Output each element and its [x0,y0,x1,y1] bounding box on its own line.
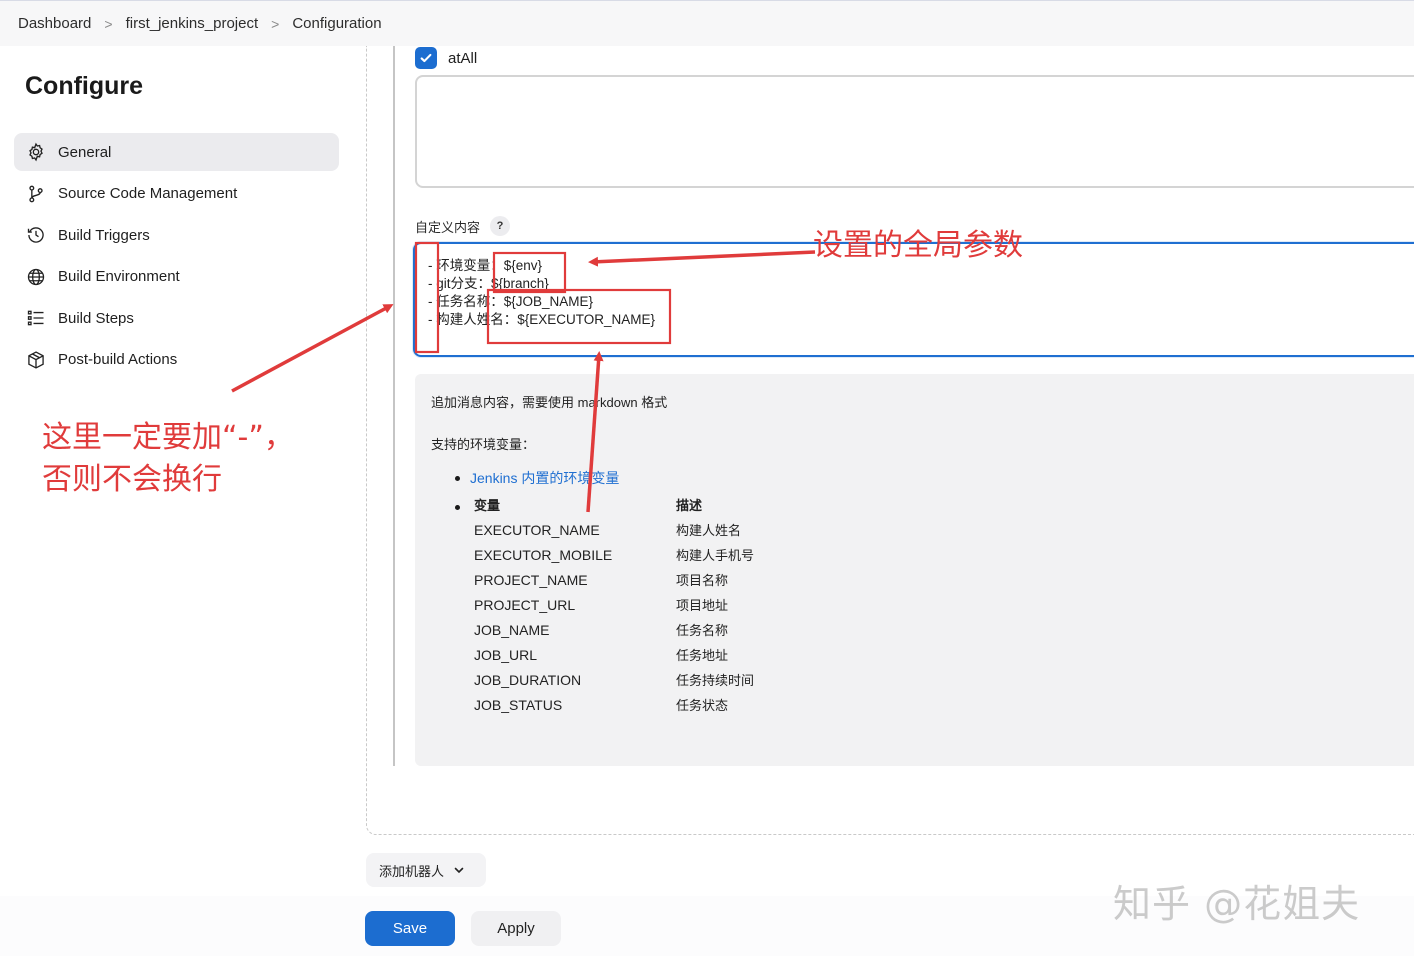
atall-checkbox-row[interactable]: atAll [415,47,477,69]
content-line-job-name: - 任务名称：${JOB_NAME} [428,294,594,309]
breadcrumb: Dashboard > first_jenkins_project > Conf… [0,0,1414,46]
sidebar-item-post-build-actions[interactable]: Post-build Actions [14,341,339,379]
var-desc: 项目地址 [676,598,729,613]
content-line-executor-name: - 构建人姓名：${EXECUTOR_NAME} [428,312,656,327]
var-desc: 构建人手机号 [676,548,755,563]
save-button[interactable]: Save [365,911,455,946]
jenkins-env-link[interactable]: Jenkins 内置的环境变量 [470,468,619,488]
breadcrumb-configuration[interactable]: Configuration [292,15,381,32]
table-row: PROJECT_URL 项目地址 [474,592,754,617]
section-indent-line [393,46,395,766]
var-name: JOB_DURATION [474,671,582,688]
sidebar-item-build-environment[interactable]: Build Environment [14,258,339,296]
help-icon[interactable]: ? [490,216,511,236]
atall-checkbox[interactable] [415,47,437,69]
var-desc: 任务地址 [676,648,729,663]
table-row: PROJECT_NAME 项目名称 [474,567,754,592]
content-line-branch: - git分支：${branch} [428,276,549,291]
sidebar-item-source-code-management[interactable]: Source Code Management [14,175,339,213]
var-name: PROJECT_URL [474,596,576,613]
clock-icon [25,224,47,246]
custom-content-label: 自定义内容 ? [415,216,511,236]
var-name: EXECUTOR_MOBILE [474,546,613,563]
sidebar-item-label: Post-build Actions [58,351,178,369]
sidebar-item-label: Build Triggers [58,226,150,244]
page-title: Configure [25,72,144,100]
table-row: EXECUTOR_MOBILE 构建人手机号 [474,542,754,567]
table-row: JOB_NAME 任务名称 [474,617,754,642]
sidebar-item-build-steps[interactable]: Build Steps [14,299,339,337]
var-name: JOB_NAME [474,621,550,638]
sidebar-item-general[interactable]: General [14,133,339,171]
breadcrumb-separator: > [271,15,280,32]
sidebar-item-label: Source Code Management [58,185,238,203]
annotation-dash-hint-line2: 否则不会换行 [42,462,222,497]
atall-label: atAll [448,49,478,67]
bullet [455,505,460,510]
env-variable-table: 变量 描述 EXECUTOR_NAME 构建人姓名 EXECUTOR_MOBILE… [474,492,754,717]
help-link-row: Jenkins 内置的环境变量 [455,468,619,488]
breadcrumb-dashboard[interactable]: Dashboard [18,15,91,32]
table-row: JOB_URL 任务地址 [474,642,754,667]
list-icon [25,307,47,329]
var-desc: 构建人姓名 [676,523,742,538]
check-icon [420,53,432,63]
package-icon [25,349,47,371]
watermark: 知乎 @花姐夫 [1113,882,1361,926]
custom-content-label-text: 自定义内容 [415,219,481,235]
add-robot-label: 添加机器人 [379,863,445,879]
apply-button[interactable]: Apply [471,911,561,946]
sidebar-nav: General Source Code Management Build Tri… [14,133,339,383]
sidebar-item-label: General [58,143,112,161]
var-desc: 项目名称 [676,573,729,588]
sidebar-item-label: Build Steps [58,309,134,327]
add-robot-button[interactable]: 添加机器人 [366,853,486,887]
table-row: JOB_STATUS 任务状态 [474,692,754,717]
annotation-dash-hint-line1: 这里一定要加“-”， [42,420,294,455]
annotation-global-params: 设置的全局参数 [813,228,1023,263]
gear-icon [25,141,47,163]
table-header-row: 变量 描述 [474,492,754,517]
var-name: PROJECT_NAME [474,571,588,588]
chevron-down-icon [454,867,464,874]
globe-icon [25,266,47,288]
at-mobiles-textarea[interactable] [415,75,1414,188]
breadcrumb-separator: > [104,15,113,32]
table-header-description: 描述 [676,498,703,513]
var-name: EXECUTOR_NAME [474,521,600,538]
bullet [455,475,460,481]
table-header-variable: 变量 [474,498,501,513]
sidebar-item-label: Build Environment [58,268,180,286]
table-row: JOB_DURATION 任务持续时间 [474,667,754,692]
branch-icon [25,183,47,205]
table-row: EXECUTOR_NAME 构建人姓名 [474,517,754,542]
var-desc: 任务名称 [676,623,729,638]
var-desc: 任务持续时间 [676,673,755,688]
help-panel: 追加消息内容，需要使用 markdown 格式 支持的环境变量： Jenkins… [415,374,1414,766]
var-name: JOB_URL [474,646,538,663]
var-name: JOB_STATUS [474,696,563,713]
help-supported: 支持的环境变量： [431,437,536,452]
var-desc: 任务状态 [676,698,729,713]
help-intro: 追加消息内容，需要使用 markdown 格式 [431,395,668,410]
breadcrumb-project[interactable]: first_jenkins_project [126,15,259,32]
sidebar-item-build-triggers[interactable]: Build Triggers [14,216,339,254]
